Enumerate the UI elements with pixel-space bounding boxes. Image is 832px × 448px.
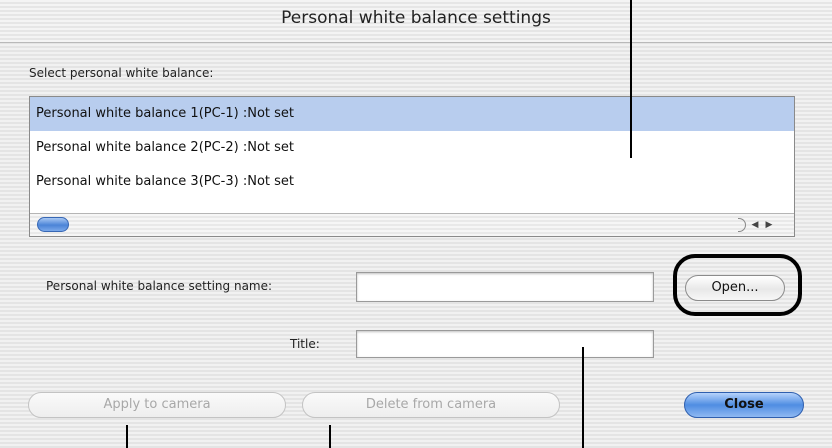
delete-from-camera-button[interactable]: Delete from camera [302,392,560,418]
callout-line-list [630,0,632,158]
horizontal-scrollbar[interactable]: ◀ ▶ [30,213,794,236]
list-item[interactable]: Personal white balance 3(PC-3) :Not set [30,165,794,199]
white-balance-list[interactable]: Personal white balance 1(PC-1) :Not set … [29,96,795,237]
scroll-right-icon[interactable]: ▶ [762,218,776,232]
list-item[interactable]: Personal white balance 2(PC-2) :Not set [30,131,794,165]
window-title: Personal white balance settings [281,8,551,28]
list-label: Select personal white balance: [29,66,214,80]
scroll-arrows: ◀ ▶ [738,217,776,233]
callout-line-delete [329,425,331,448]
scroll-left-icon[interactable]: ◀ [748,218,762,232]
scrollbar-thumb[interactable] [37,217,69,232]
scroll-track-end [738,218,746,232]
title-field[interactable] [356,330,654,358]
open-button-highlight [673,254,802,316]
setting-name-label: Personal white balance setting name: [46,279,273,293]
apply-to-camera-button[interactable]: Apply to camera [28,392,286,418]
window-titlebar: Personal white balance settings [0,0,832,43]
list-item[interactable]: Personal white balance 1(PC-1) :Not set [30,97,794,131]
callout-line-apply [126,425,128,448]
close-button[interactable]: Close [684,392,804,418]
callout-line-title [582,347,584,448]
title-label: Title: [290,337,320,351]
setting-name-field[interactable] [356,272,654,302]
